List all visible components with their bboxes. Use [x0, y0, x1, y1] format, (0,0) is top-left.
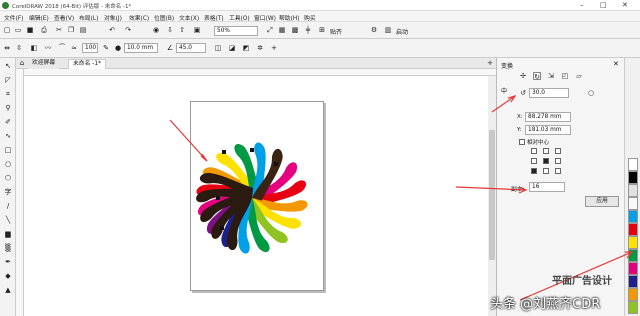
watermark-line2: 头条 @刘燕齐CDR [490, 297, 601, 312]
annotation-arrows [169, 94, 634, 301]
watermark-line1: 平面广告设计 [552, 276, 612, 287]
